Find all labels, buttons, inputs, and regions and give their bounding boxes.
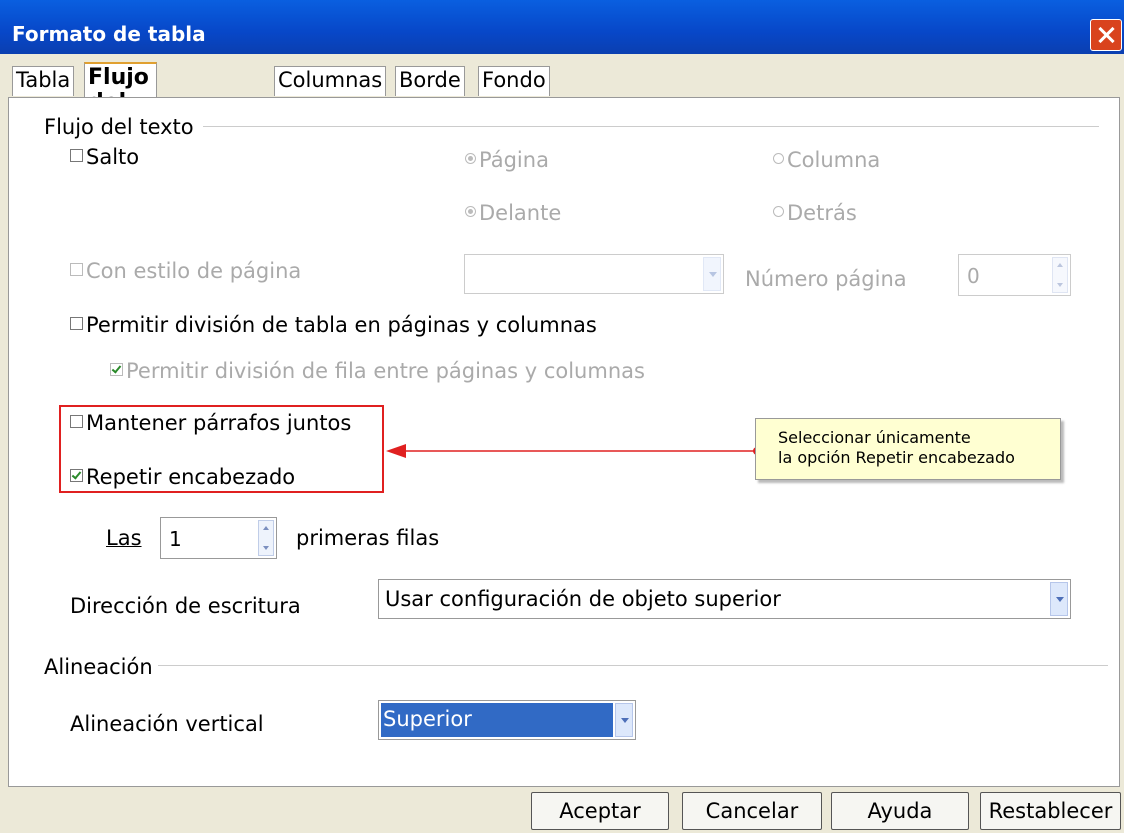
chevron-down-icon[interactable] <box>615 703 633 737</box>
title-bar: Formato de tabla <box>0 0 1124 54</box>
checkbox-icon <box>110 363 123 376</box>
con-estilo-checkbox: Con estilo de página <box>70 259 301 283</box>
direccion-label: Dirección de escritura <box>70 594 301 618</box>
section-flow-title: Flujo del texto <box>44 115 194 139</box>
rows-value: 1 <box>169 527 182 551</box>
checkbox-icon <box>70 263 83 276</box>
annotation-callout: Seleccionar únicamente la opción Repetir… <box>755 418 1061 480</box>
permitir-tabla-label: Permitir división de tabla en páginas y … <box>86 313 597 337</box>
callout-line-1: Seleccionar únicamente <box>778 428 971 447</box>
radio-icon <box>773 206 784 217</box>
delante-radio: Delante <box>465 201 561 225</box>
direccion-select[interactable]: Usar configuración de objeto superior <box>378 579 1071 619</box>
page-number-value: 0 <box>967 264 980 288</box>
detras-radio: Detrás <box>773 201 857 225</box>
ok-button[interactable]: Aceptar <box>531 792 669 830</box>
tab-fondo[interactable]: Fondo <box>478 66 550 96</box>
annotation-highlight-box <box>59 405 384 493</box>
radio-icon <box>773 153 784 164</box>
callout-line-2: la opción Repetir encabezado <box>778 448 1015 467</box>
tab-columnas[interactable]: Columnas <box>274 66 387 96</box>
las-label: Las <box>106 526 142 550</box>
reset-button[interactable]: Restablecer <box>980 792 1121 830</box>
page-number-stepper: 0 <box>958 254 1071 296</box>
alineacion-vertical-label: Alineación vertical <box>70 712 264 736</box>
permitir-fila-label: Permitir división de fila entre páginas … <box>126 359 645 383</box>
con-estilo-label: Con estilo de página <box>86 259 302 283</box>
section-alignment-title: Alineación <box>44 655 153 679</box>
cancel-button[interactable]: Cancelar <box>682 792 822 830</box>
primeras-filas-label: primeras filas <box>296 526 440 550</box>
annotation-arrow <box>386 444 761 458</box>
tab-tabla[interactable]: Tabla <box>12 66 75 96</box>
direccion-value: Usar configuración de objeto superior <box>385 587 781 611</box>
section-divider <box>203 126 1099 127</box>
detras-label: Detrás <box>787 201 857 225</box>
window-title: Formato de tabla <box>12 22 206 46</box>
vertical-alignment-select[interactable]: Superior <box>378 700 636 740</box>
salto-checkbox[interactable]: Salto <box>70 145 139 169</box>
section-divider <box>158 665 1108 666</box>
permitir-fila-checkbox: Permitir división de fila entre páginas … <box>110 359 645 383</box>
rows-stepper[interactable]: 1 <box>160 517 277 559</box>
chevron-down-icon <box>703 257 721 291</box>
salto-label: Salto <box>86 145 140 169</box>
pagina-label: Página <box>479 148 549 172</box>
delante-label: Delante <box>479 201 562 225</box>
arrow-head <box>386 444 406 458</box>
pagina-radio: Página <box>465 148 549 172</box>
close-icon[interactable] <box>1090 19 1122 51</box>
permitir-tabla-checkbox[interactable]: Permitir división de tabla en páginas y … <box>70 313 597 337</box>
tab-flujo-del-texto[interactable]: Flujo del texto <box>84 62 158 140</box>
columna-label: Columna <box>787 148 881 172</box>
page-style-select <box>464 254 724 294</box>
checkbox-icon <box>70 317 83 330</box>
numero-pagina-label: Número página <box>745 267 907 291</box>
chevron-down-icon[interactable] <box>1050 582 1068 616</box>
stepper-arrows-icon <box>1052 257 1068 293</box>
vertical-alignment-value: Superior <box>383 707 472 731</box>
stepper-arrows-icon[interactable] <box>258 520 274 556</box>
checkbox-icon <box>70 149 83 162</box>
radio-icon <box>465 153 476 164</box>
help-button[interactable]: Ayuda <box>831 792 969 830</box>
columna-radio: Columna <box>773 148 880 172</box>
tab-borde[interactable]: Borde <box>395 66 465 96</box>
radio-icon <box>465 206 476 217</box>
